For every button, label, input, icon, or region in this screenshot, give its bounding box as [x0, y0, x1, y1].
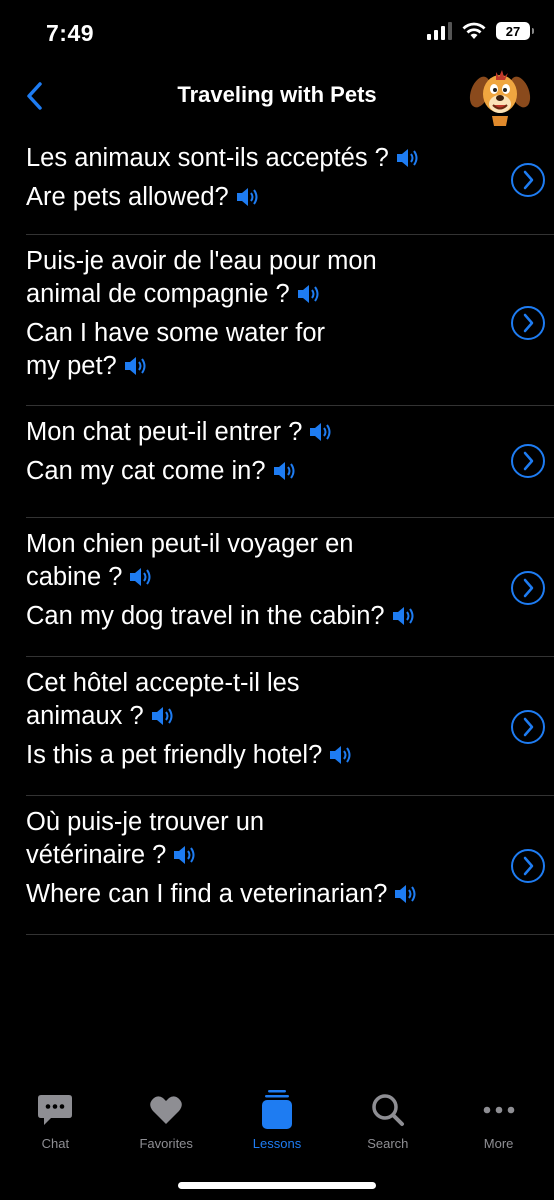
speaker-icon[interactable]: [235, 186, 261, 208]
battery-icon: 27: [496, 22, 534, 40]
tab-favorites[interactable]: Favorites: [111, 1090, 222, 1170]
speaker-icon[interactable]: [328, 744, 354, 766]
wifi-icon: [462, 22, 486, 39]
french-text: Mon chien peut-il voyager en cabine ?: [26, 530, 354, 591]
french-text: Où puis-je trouver un vétérinaire ?: [26, 808, 265, 869]
english-phrase: Can I have some water for my pet?: [26, 317, 356, 383]
heart-icon: [146, 1090, 186, 1130]
status-bar: 7:49 27: [0, 0, 554, 66]
french-text: Les animaux sont-ils acceptés ?: [26, 144, 389, 172]
phrase-row[interactable]: Les animaux sont-ils acceptés ? Are pets…: [26, 132, 554, 235]
english-text: Where can I find a veterinarian?: [26, 880, 388, 908]
search-icon: [368, 1090, 408, 1130]
tab-label: Chat: [41, 1136, 70, 1151]
french-phrase: Les animaux sont-ils acceptés ?: [26, 142, 554, 175]
english-text: Are pets allowed?: [26, 183, 229, 211]
tab-label: Search: [367, 1136, 409, 1151]
french-phrase: Cet hôtel accepte-t-il les animaux ?: [26, 667, 366, 733]
tab-bar: Chat Favorites Lessons Search More: [0, 1090, 554, 1170]
tab-search[interactable]: Search: [332, 1090, 443, 1170]
english-phrase: Can my cat come in?: [26, 455, 554, 488]
dog-mascot-icon: [469, 70, 531, 126]
phrase-row[interactable]: Où puis-je trouver un vétérinaire ? Wher…: [26, 796, 554, 935]
chevron-right-circle-icon[interactable]: [510, 305, 546, 341]
status-time: 7:49: [46, 20, 95, 46]
english-text: Can I have some water for my pet?: [26, 319, 326, 380]
chevron-right-circle-icon[interactable]: [510, 709, 546, 745]
speaker-icon[interactable]: [128, 566, 154, 588]
chevron-right-circle-icon[interactable]: [510, 162, 546, 198]
speaker-icon[interactable]: [393, 883, 419, 905]
battery-level: 27: [505, 23, 521, 39]
tab-lessons[interactable]: Lessons: [222, 1090, 333, 1170]
english-text: Can my cat come in?: [26, 457, 266, 485]
french-phrase: Où puis-je trouver un vétérinaire ?: [26, 806, 346, 872]
home-indicator: [178, 1182, 376, 1189]
french-text: Puis-je avoir de l'eau pour mon animal d…: [26, 247, 377, 308]
speaker-icon[interactable]: [272, 460, 298, 482]
chevron-right-circle-icon[interactable]: [510, 570, 546, 606]
phrase-row[interactable]: Puis-je avoir de l'eau pour mon animal d…: [26, 235, 554, 406]
cellular-signal-icon: [427, 22, 452, 40]
french-text: Mon chat peut-il entrer ?: [26, 418, 303, 446]
phrase-row[interactable]: Cet hôtel accepte-t-il les animaux ? Is …: [26, 657, 554, 796]
french-phrase: Mon chien peut-il voyager en cabine ?: [26, 528, 366, 594]
lessons-stack-icon: [257, 1090, 297, 1130]
speaker-icon[interactable]: [123, 355, 149, 377]
tab-chat[interactable]: Chat: [0, 1090, 111, 1170]
phrase-list: Les animaux sont-ils acceptés ? Are pets…: [26, 132, 554, 935]
tab-more[interactable]: More: [443, 1090, 554, 1170]
tab-label: More: [483, 1136, 514, 1151]
phrase-row[interactable]: Mon chien peut-il voyager en cabine ? Ca…: [26, 518, 554, 657]
speaker-icon[interactable]: [150, 705, 176, 727]
speaker-icon[interactable]: [391, 605, 417, 627]
speaker-icon[interactable]: [296, 283, 322, 305]
chat-bubble-icon: [35, 1090, 75, 1130]
french-phrase: Puis-je avoir de l'eau pour mon animal d…: [26, 245, 426, 311]
tab-label: Favorites: [139, 1136, 193, 1151]
english-text: Is this a pet friendly hotel?: [26, 741, 323, 769]
english-phrase: Are pets allowed?: [26, 181, 554, 214]
chevron-right-circle-icon[interactable]: [510, 443, 546, 479]
chevron-right-circle-icon[interactable]: [510, 848, 546, 884]
speaker-icon[interactable]: [395, 147, 421, 169]
speaker-icon[interactable]: [172, 844, 198, 866]
speaker-icon[interactable]: [308, 421, 334, 443]
tab-label: Lessons: [252, 1136, 302, 1151]
more-dots-icon: [479, 1090, 519, 1130]
english-phrase: Is this a pet friendly hotel?: [26, 739, 554, 772]
phrase-row[interactable]: Mon chat peut-il entrer ? Can my cat com…: [26, 406, 554, 518]
status-icons: 27: [427, 22, 534, 40]
english-phrase: Can my dog travel in the cabin?: [26, 600, 554, 633]
english-phrase: Where can I find a veterinarian?: [26, 878, 554, 911]
english-text: Can my dog travel in the cabin?: [26, 602, 385, 630]
french-phrase: Mon chat peut-il entrer ?: [26, 416, 554, 449]
nav-bar: Traveling with Pets: [0, 66, 554, 126]
